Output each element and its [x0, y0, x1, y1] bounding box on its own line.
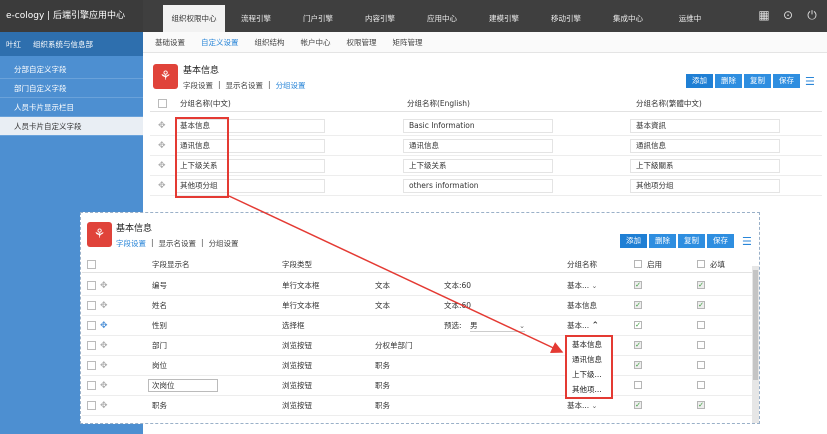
annotation-arrow: [228, 195, 564, 353]
